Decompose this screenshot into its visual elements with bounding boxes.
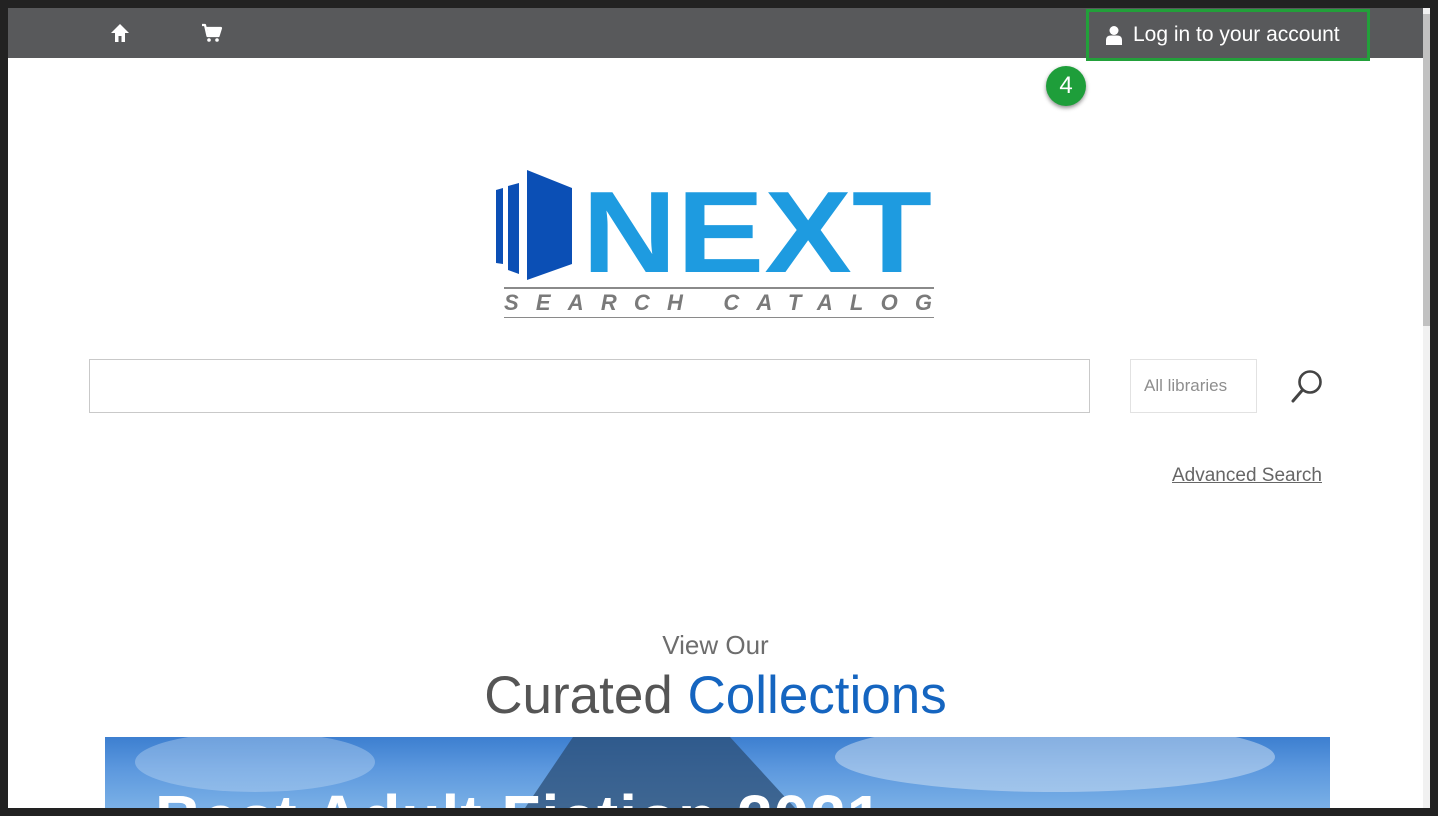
next-search-catalog-logo: NEXT SEARCH CATALOG	[494, 167, 936, 319]
collections-heading-main: Curated	[484, 666, 673, 725]
collection-banner[interactable]: Best Adult Fiction 2021	[105, 737, 1330, 808]
collections-heading: Curated Collections	[8, 665, 1423, 726]
browser-viewport: Log in to your account 4 NEXT SEARCH CAT…	[8, 8, 1423, 808]
cart-icon[interactable]	[200, 21, 224, 45]
library-select-value: All libraries	[1144, 376, 1228, 395]
collections-heading-accent: Collections	[687, 666, 947, 725]
step-number-badge: 4	[1046, 66, 1086, 106]
search-icon	[1291, 370, 1322, 403]
top-navigation-bar: Log in to your account	[8, 8, 1423, 61]
search-input[interactable]	[89, 359, 1090, 413]
user-icon	[1106, 26, 1122, 45]
search-button[interactable]	[1289, 366, 1327, 406]
login-label: Log in to your account	[1133, 23, 1340, 46]
scrollbar-thumb[interactable]	[1423, 14, 1430, 326]
login-button[interactable]: Log in to your account	[1086, 9, 1370, 61]
advanced-search-link[interactable]: Advanced Search	[1172, 465, 1322, 487]
library-select[interactable]: All libraries	[1130, 359, 1257, 413]
home-icon[interactable]	[108, 21, 132, 45]
collections-subheading: View Our	[662, 630, 769, 660]
banner-title: Best Adult Fiction 2021	[155, 781, 883, 808]
logo-wordmark: NEXT	[582, 168, 932, 297]
